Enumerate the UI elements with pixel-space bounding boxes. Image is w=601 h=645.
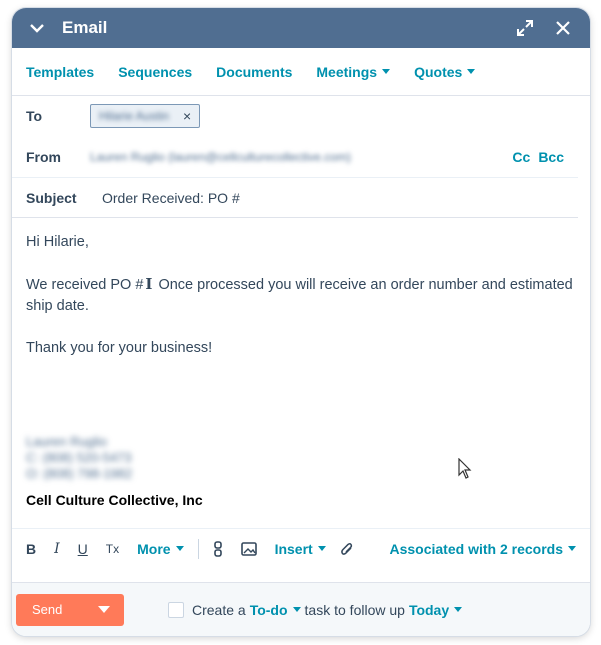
create-text: Create a <box>192 601 246 618</box>
thanks-text: Thank you for your business! <box>26 340 213 356</box>
from-label: From <box>26 148 61 165</box>
caret-down-icon <box>292 607 301 612</box>
recipient-chip[interactable]: Hilarie Austin × <box>90 104 201 128</box>
send-label: Send <box>32 602 63 617</box>
formatting-toolbar: B I U Tx More Insert Associated with 2 r… <box>12 528 590 568</box>
due-date-dropdown[interactable]: Today <box>408 601 463 618</box>
toolbar-divider <box>197 538 199 559</box>
caret-down-icon <box>568 546 576 551</box>
templates-link[interactable]: Templates <box>26 64 94 80</box>
caret-down-icon <box>317 546 326 551</box>
italic-button[interactable]: I <box>54 541 60 557</box>
text-cursor-icon: I <box>145 275 153 293</box>
bold-button[interactable]: B <box>26 541 36 557</box>
caret-down-icon <box>175 546 184 551</box>
subject-input[interactable]: Order Received: PO # <box>102 190 240 206</box>
image-icon[interactable] <box>240 541 257 556</box>
quotes-dropdown[interactable]: Quotes <box>414 63 476 80</box>
recipient-name: Hilarie Austin <box>99 109 170 123</box>
signature-company: Cell Culture Collective, Inc <box>26 492 203 508</box>
attachment-icon[interactable] <box>340 541 354 557</box>
task-type-dropdown[interactable]: To-do <box>250 602 301 618</box>
meetings-dropdown[interactable]: Meetings <box>316 63 391 80</box>
meetings-label: Meetings <box>316 63 378 80</box>
close-icon[interactable] <box>550 15 576 41</box>
to-row: To Hilarie Austin × <box>12 96 590 136</box>
mouse-pointer-icon <box>458 458 472 479</box>
email-composer: Email Templates Sequences Documents Meet… <box>12 8 590 636</box>
quotes-label: Quotes <box>414 63 463 80</box>
snippet-icon[interactable] <box>213 540 223 557</box>
cc-button[interactable]: Cc <box>512 149 530 165</box>
subject-row: Subject Order Received: PO # <box>12 178 578 218</box>
due-date-label: Today <box>408 601 450 618</box>
greeting-text: Hi Hilarie, <box>26 234 89 250</box>
underline-button[interactable]: U <box>78 541 88 557</box>
composer-title: Email <box>62 18 108 37</box>
caret-down-icon <box>454 607 463 612</box>
send-options-icon[interactable] <box>84 606 124 613</box>
sequences-link[interactable]: Sequences <box>118 64 192 80</box>
collapse-chevron-icon[interactable] <box>26 17 48 39</box>
body-paragraph: We received PO # I Once processed you wil… <box>26 274 576 317</box>
expand-icon[interactable] <box>512 15 538 41</box>
from-row: From Lauren Ruglio (lauren@cellcultureco… <box>12 136 578 178</box>
documents-link[interactable]: Documents <box>216 64 292 80</box>
send-button[interactable]: Send <box>16 593 124 626</box>
bcc-button[interactable]: Bcc <box>538 149 564 165</box>
more-label: More <box>137 540 171 557</box>
insert-dropdown[interactable]: Insert <box>275 541 326 557</box>
remove-recipient-icon[interactable]: × <box>183 108 191 124</box>
composer-footer: Send Create a To-do task to follow up To… <box>12 582 590 636</box>
follow-up-checkbox[interactable] <box>168 601 184 618</box>
composer-header: Email <box>12 8 590 48</box>
signature-phone-office: O: (808) 798-1982 <box>26 466 133 481</box>
insert-label: Insert <box>274 540 313 557</box>
signature-name: Lauren Ruglio <box>26 434 107 449</box>
associated-records-dropdown[interactable]: Associated with 2 records <box>389 541 576 557</box>
more-dropdown[interactable]: More <box>137 540 184 557</box>
task-text: task to follow up <box>304 601 405 618</box>
body-line-a: We received PO # <box>26 277 144 293</box>
follow-up-task: Create a To-do task to follow up Today <box>168 601 466 618</box>
associated-label: Associated with 2 records <box>389 540 563 557</box>
caret-down-icon <box>467 69 476 74</box>
task-type-label: To-do <box>249 601 288 618</box>
signature: Lauren Ruglio C: (808) 520-5473 O: (808)… <box>26 434 576 511</box>
caret-down-icon <box>382 69 391 74</box>
signature-phone-cell: C: (808) 520-5473 <box>26 450 132 465</box>
email-toolbar: Templates Sequences Documents Meetings Q… <box>12 48 590 96</box>
clear-format-button[interactable]: Tx <box>106 542 119 556</box>
from-address[interactable]: Lauren Ruglio (lauren@cellculturecollect… <box>90 150 504 164</box>
subject-label: Subject <box>26 189 77 206</box>
to-label: To <box>26 108 43 124</box>
email-body-editor[interactable]: Hi Hilarie, We received PO # I Once proce… <box>12 218 590 528</box>
